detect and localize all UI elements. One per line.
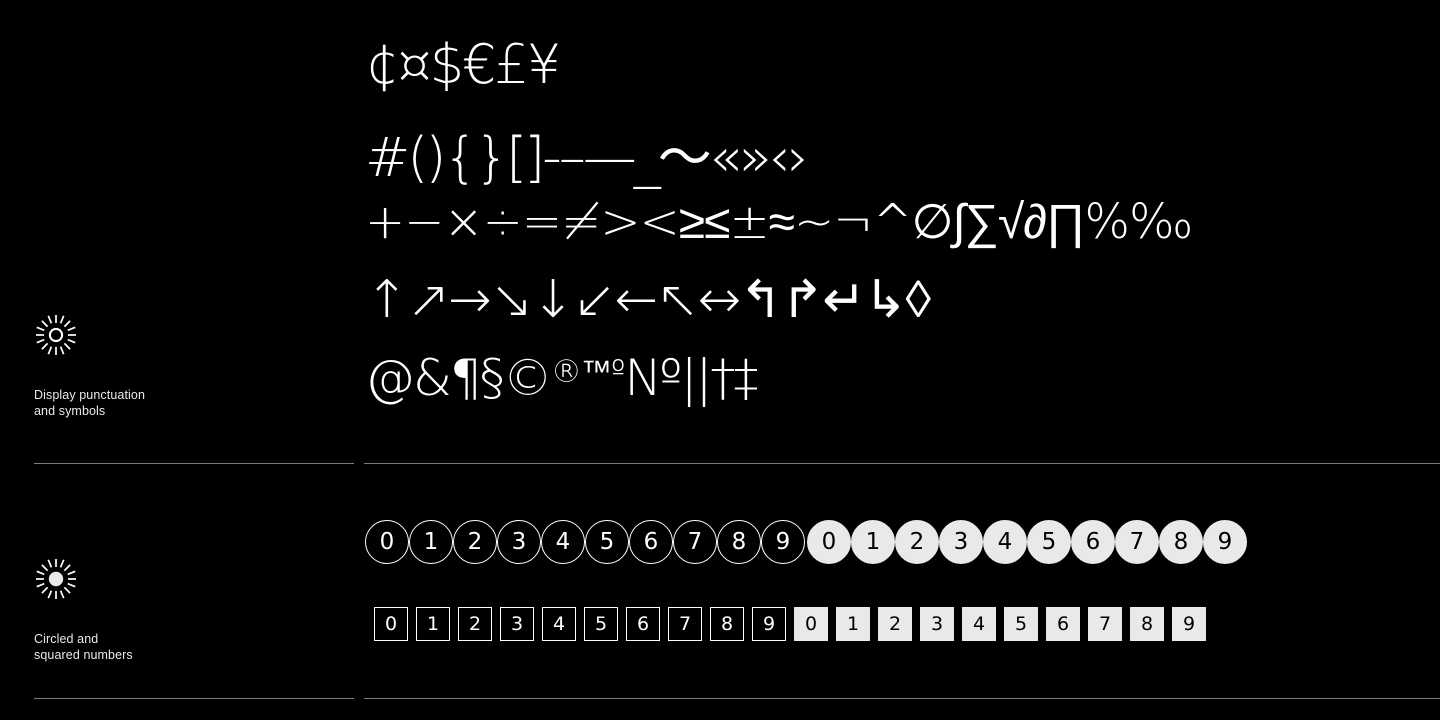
squared-number-solid[interactable]: 4 [962,607,996,641]
squared-number-outline[interactable]: 5 [584,607,618,641]
glyph-row-currency: ¢¤$€£¥ [365,33,561,96]
circled-number-solid[interactable]: 0 [807,520,851,564]
squared-number-outline[interactable]: 1 [416,607,450,641]
number-row-squares: 0 1 2 3 4 5 6 7 8 9 0 1 2 3 4 5 6 7 8 9 [374,607,1214,641]
squared-number-solid[interactable]: 1 [836,607,870,641]
squared-number-solid[interactable]: 7 [1088,607,1122,641]
sidebar-display-punctuation: Display punctuation and symbols [34,313,334,419]
squared-number-outline[interactable]: 8 [710,607,744,641]
circled-number-solid[interactable]: 4 [983,520,1027,564]
sidebar-circled-squared-numbers: Circled and squared numbers [34,557,334,663]
squared-number-outline[interactable]: 4 [542,607,576,641]
circled-number-outline[interactable]: 8 [717,520,761,564]
circled-number-outline[interactable]: 0 [365,520,409,564]
reference-marks-base: @&¶§© [365,349,553,407]
squared-number-solid[interactable]: 6 [1046,607,1080,641]
circled-number-outline[interactable]: 5 [585,520,629,564]
circled-number-solid[interactable]: 7 [1115,520,1159,564]
circled-number-outline[interactable]: 7 [673,520,717,564]
number-row-circles: 0 1 2 3 4 5 6 7 8 9 0 1 2 3 4 5 6 7 8 9 [365,520,1247,564]
squared-number-solid[interactable]: 3 [920,607,954,641]
circled-number-outline[interactable]: 1 [409,520,453,564]
divider-left-lower [34,698,354,699]
glyph-row-reference-marks: @&¶§©®™º№||†‡ [365,349,758,407]
squared-number-outline[interactable]: 7 [668,607,702,641]
squared-number-solid[interactable]: 8 [1130,607,1164,641]
circled-number-solid[interactable]: 2 [895,520,939,564]
glyph-row-brackets-and-dashes: #(){}[]-–—_～«»‹› [365,126,809,189]
circled-number-solid[interactable]: 9 [1203,520,1247,564]
section-display-punctuation: Display punctuation and symbols ¢¤$€£¥ #… [0,0,1440,464]
circled-number-solid[interactable]: 3 [939,520,983,564]
circled-number-solid[interactable]: 1 [851,520,895,564]
squared-number-outline[interactable]: 0 [374,607,408,641]
sun-solid-icon [34,557,78,601]
circled-number-outline[interactable]: 4 [541,520,585,564]
reference-marks-tail: №||†‡ [624,349,758,407]
circled-number-solid[interactable]: 5 [1027,520,1071,564]
circled-number-solid[interactable]: 6 [1071,520,1115,564]
circled-number-outline[interactable]: 3 [497,520,541,564]
circled-number-outline[interactable]: 9 [761,520,805,564]
sidebar-label-display-punctuation: Display punctuation and symbols [34,388,145,418]
squared-number-solid[interactable]: 0 [794,607,828,641]
divider-right-lower [364,698,1440,699]
section-circled-squared-numbers: Circled and squared numbers 0 1 2 3 4 5 … [0,463,1440,699]
glyph-row-math-operators: +−×÷=≠><≥≤±≈~¬^∅∫∑√∂∏%‰ [365,194,1193,250]
squared-number-outline[interactable]: 6 [626,607,660,641]
circled-number-outline[interactable]: 2 [453,520,497,564]
reference-marks-superscripts: ®™º [550,353,626,390]
squared-number-outline[interactable]: 2 [458,607,492,641]
squared-number-solid[interactable]: 2 [878,607,912,641]
squared-number-outline[interactable]: 9 [752,607,786,641]
squared-number-outline[interactable]: 3 [500,607,534,641]
squared-number-solid[interactable]: 9 [1172,607,1206,641]
circled-number-solid[interactable]: 8 [1159,520,1203,564]
specimen-page: Display punctuation and symbols ¢¤$€£¥ #… [0,0,1440,720]
sun-outline-icon [34,313,78,357]
circled-number-outline[interactable]: 6 [629,520,673,564]
glyph-row-arrows: ↑↗→↘↓↙←↖↔↰↱↵↳◊ [365,270,931,330]
squared-number-solid[interactable]: 5 [1004,607,1038,641]
sidebar-label-circled-squared-numbers: Circled and squared numbers [34,632,133,662]
